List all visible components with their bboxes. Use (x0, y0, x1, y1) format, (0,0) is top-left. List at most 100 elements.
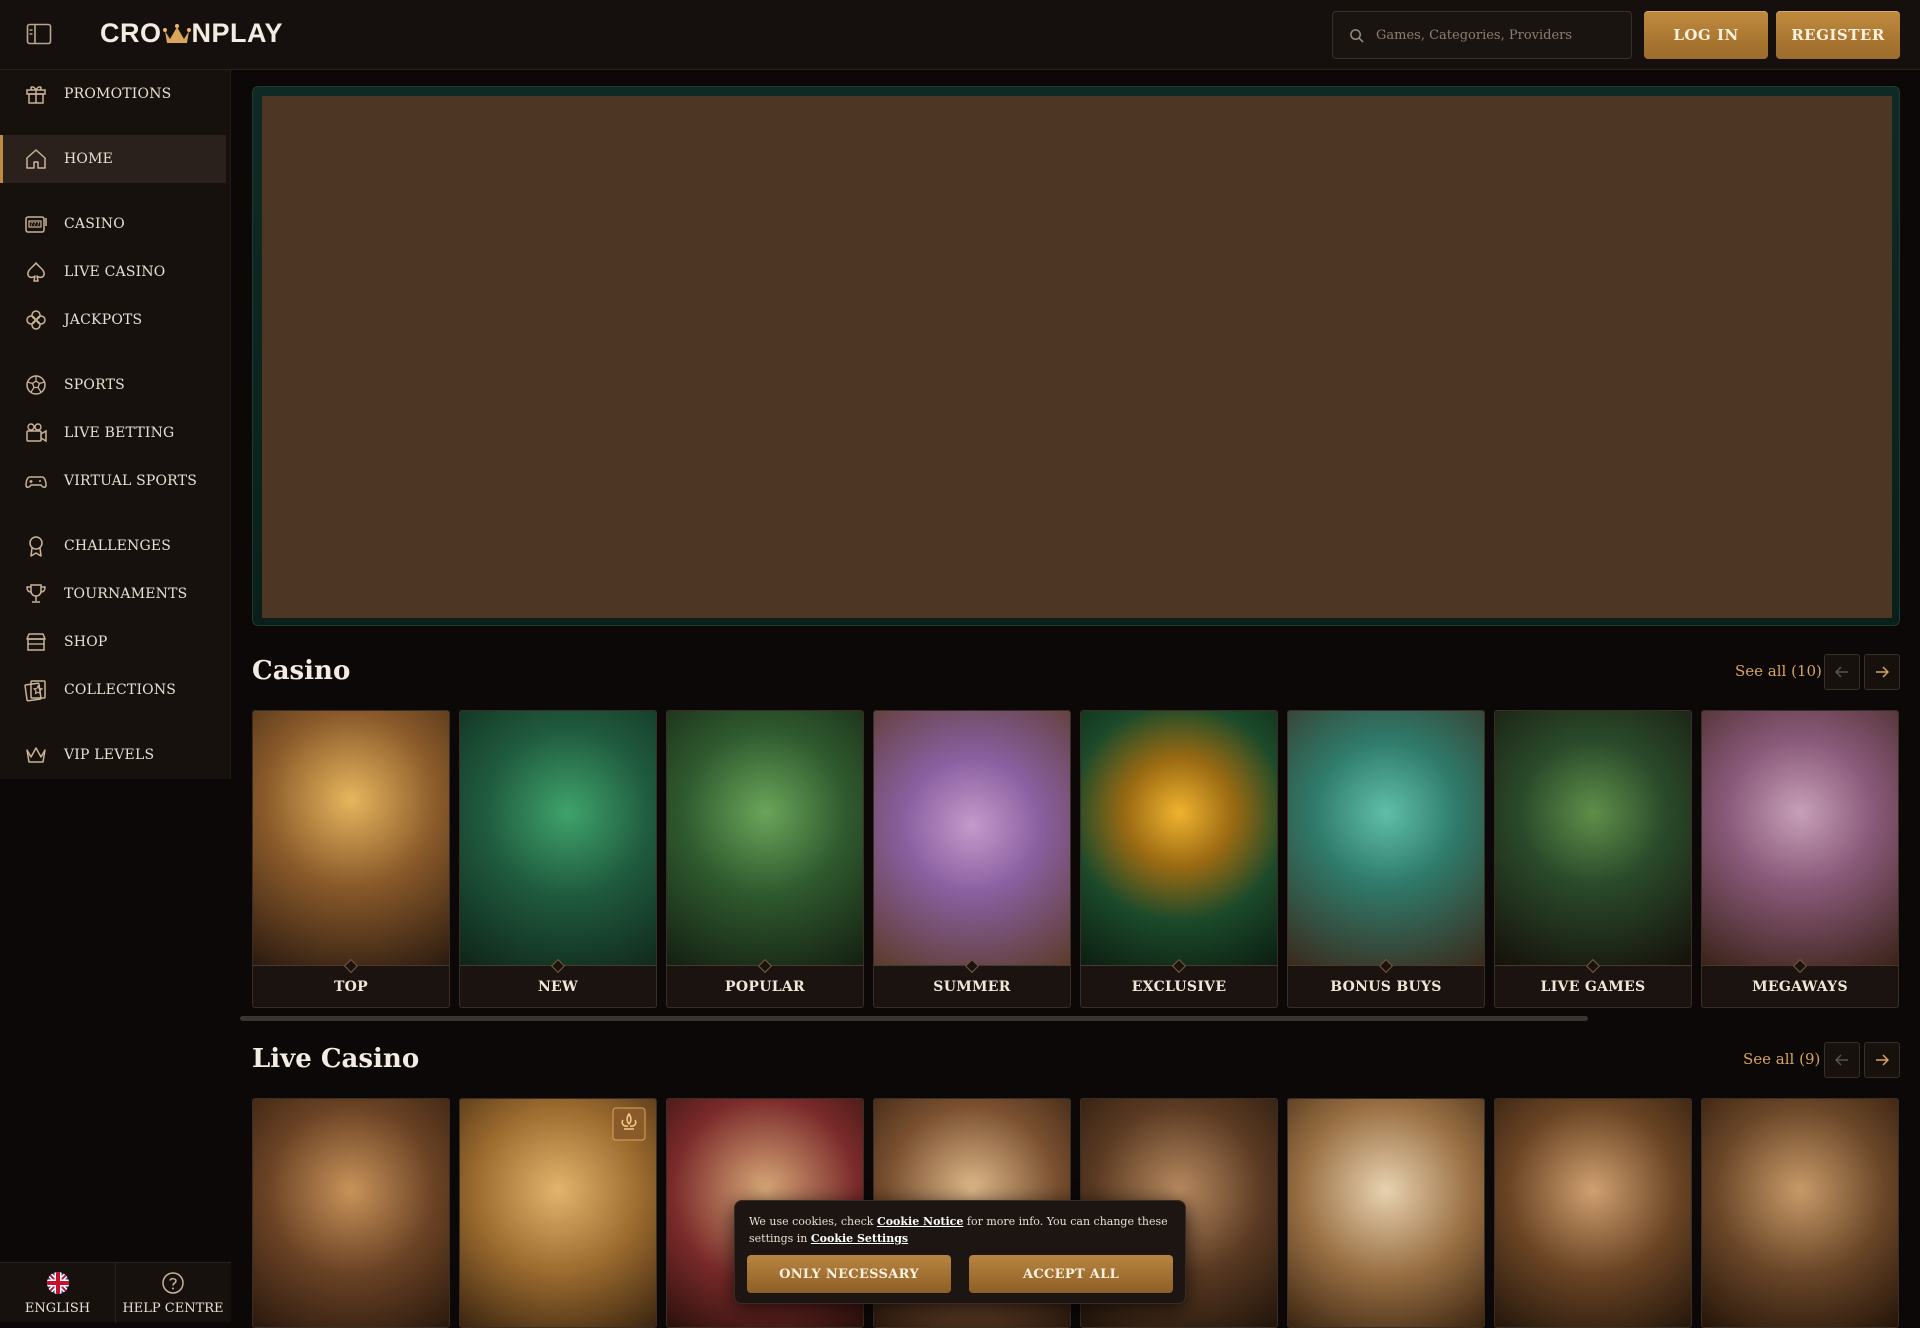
card-artwork (1288, 711, 1484, 965)
medal-icon (29, 536, 43, 557)
casino-section-title: Casino (252, 656, 351, 686)
clover-icon (26, 310, 46, 330)
sidebar-item-live-betting[interactable]: LIVE BETTING (0, 409, 226, 457)
live-game-card[interactable] (252, 1098, 450, 1328)
category-card-top[interactable]: TOP (252, 710, 450, 1008)
card-artwork (460, 711, 656, 965)
sidebar-item-label: COLLECTIONS (64, 682, 177, 698)
category-card-live-games[interactable]: LIVE GAMES (1494, 710, 1692, 1008)
arrow-left-icon (1835, 666, 1848, 678)
card-label: SUMMER (874, 965, 1070, 1007)
cookie-settings-link[interactable]: Cookie Settings (811, 1232, 908, 1245)
banner-image-placeholder (262, 96, 1892, 618)
category-card-bonus-buys[interactable]: BONUS BUYS (1287, 710, 1485, 1008)
category-card-summer[interactable]: SUMMER (873, 710, 1071, 1008)
sidebar-item-collections[interactable]: COLLECTIONS (0, 666, 226, 714)
sidebar-item-label: LIVE CASINO (64, 264, 166, 280)
live-casino-see-all-link[interactable]: See all (9) (1743, 1050, 1820, 1068)
login-button[interactable]: LOG IN (1644, 11, 1768, 59)
promo-banner[interactable] (252, 86, 1900, 626)
card-artwork (1495, 711, 1691, 965)
live-game-card[interactable] (1701, 1098, 1899, 1328)
sidebar-item-jackpots[interactable]: JACKPOTS (0, 296, 226, 344)
live-casino-section-title: Live Casino (252, 1044, 420, 1074)
live-game-card[interactable] (459, 1098, 657, 1328)
card-label: TOP (253, 965, 449, 1007)
casino-scrollbar[interactable] (240, 1016, 1588, 1021)
live-casino-next-button[interactable] (1864, 1042, 1900, 1078)
sidebar-item-label: CASINO (64, 216, 125, 232)
card-label: EXCLUSIVE (1081, 965, 1277, 1007)
sidebar-item-label: LIVE BETTING (64, 425, 175, 441)
sidebar-item-sports[interactable]: SPORTS (0, 361, 226, 409)
sidebar-item-casino[interactable]: 777 CASINO (0, 200, 226, 248)
sidebar-item-challenges[interactable]: CHALLENGES (0, 522, 226, 570)
card-label: NEW (460, 965, 656, 1007)
arrow-left-icon (1835, 1054, 1848, 1066)
arrow-right-icon (1876, 666, 1889, 678)
live-game-card[interactable] (1494, 1098, 1692, 1328)
sidebar-item-label: VIRTUAL SPORTS (64, 473, 198, 489)
cookie-text-part: We use cookies, check (749, 1215, 877, 1228)
sidebar: PROMOTIONS HOME 777 CASINO LIVE CASINO J… (0, 70, 231, 779)
sidebar-item-live-casino[interactable]: LIVE CASINO (0, 248, 226, 296)
sidebar-item-label: SHOP (64, 634, 108, 650)
sidebar-item-promotions[interactable]: PROMOTIONS (0, 70, 226, 118)
category-card-popular[interactable]: POPULAR (666, 710, 864, 1008)
soccer-ball-icon (26, 375, 46, 395)
spade-icon (27, 262, 45, 282)
search-box[interactable] (1332, 11, 1632, 59)
sidebar-item-label: PROMOTIONS (64, 86, 172, 102)
crown-logo-icon (162, 23, 191, 43)
search-icon (1350, 28, 1364, 43)
sidebar-item-label: CHALLENGES (64, 538, 172, 554)
logo-text-right: NPLAY (191, 18, 284, 48)
category-card-new[interactable]: NEW (459, 710, 657, 1008)
accept-all-button[interactable]: ACCEPT ALL (969, 1255, 1173, 1293)
cookie-notice-link[interactable]: Cookie Notice (877, 1215, 963, 1228)
register-button[interactable]: REGISTER (1776, 11, 1900, 59)
collection-icon (24, 680, 46, 702)
cookie-text: We use cookies, check Cookie Notice for … (749, 1213, 1171, 1247)
sidebar-item-label: JACKPOTS (64, 312, 143, 328)
help-icon (162, 1271, 184, 1294)
logo[interactable]: CRO NPLAY (100, 18, 283, 49)
sidebar-item-shop[interactable]: SHOP (0, 618, 226, 666)
sidebar-item-tournaments[interactable]: TOURNAMENTS (0, 570, 226, 618)
slot-machine-icon: 777 (25, 216, 47, 233)
sidebar-item-label: VIP LEVELS (64, 747, 155, 763)
sidebar-item-label: SPORTS (64, 377, 125, 393)
card-artwork (1081, 711, 1277, 965)
gift-icon (26, 86, 46, 104)
top-bar: CRO NPLAY LOG IN REGISTER (0, 0, 1920, 70)
sidebar-footer: ENGLISH HELP CENTRE (0, 1262, 231, 1323)
crown-icon (26, 747, 46, 763)
trophy-icon (26, 584, 46, 603)
sidebar-item-label: HOME (64, 151, 114, 167)
gamepad-icon (25, 476, 47, 488)
category-card-megaways[interactable]: MEGAWAYS (1701, 710, 1899, 1008)
help-centre-label: HELP CENTRE (122, 1300, 224, 1316)
language-label: ENGLISH (24, 1300, 91, 1316)
help-centre-button[interactable]: HELP CENTRE (115, 1263, 230, 1323)
card-artwork (667, 711, 863, 965)
casino-next-button[interactable] (1864, 654, 1900, 690)
category-card-exclusive[interactable]: EXCLUSIVE (1080, 710, 1278, 1008)
only-necessary-button[interactable]: ONLY NECESSARY (747, 1255, 951, 1293)
card-label: MEGAWAYS (1702, 965, 1898, 1007)
sidebar-item-virtual-sports[interactable]: VIRTUAL SPORTS (0, 457, 226, 505)
fleur-de-lis-icon (612, 1107, 646, 1141)
live-casino-prev-button[interactable] (1824, 1042, 1860, 1078)
language-selector[interactable]: ENGLISH (0, 1263, 115, 1323)
card-artwork (1702, 711, 1898, 965)
sidebar-item-vip-levels[interactable]: VIP LEVELS (0, 731, 226, 779)
casino-prev-button[interactable] (1824, 654, 1860, 690)
sidebar-item-home[interactable]: HOME (0, 135, 226, 183)
card-artwork (874, 711, 1070, 965)
home-icon (26, 149, 46, 169)
live-game-card[interactable] (1287, 1098, 1485, 1328)
casino-see-all-link[interactable]: See all (10) (1735, 662, 1822, 680)
sidebar-toggle-icon[interactable] (26, 22, 52, 46)
card-label: BONUS BUYS (1288, 965, 1484, 1007)
search-input[interactable] (1376, 27, 1616, 43)
